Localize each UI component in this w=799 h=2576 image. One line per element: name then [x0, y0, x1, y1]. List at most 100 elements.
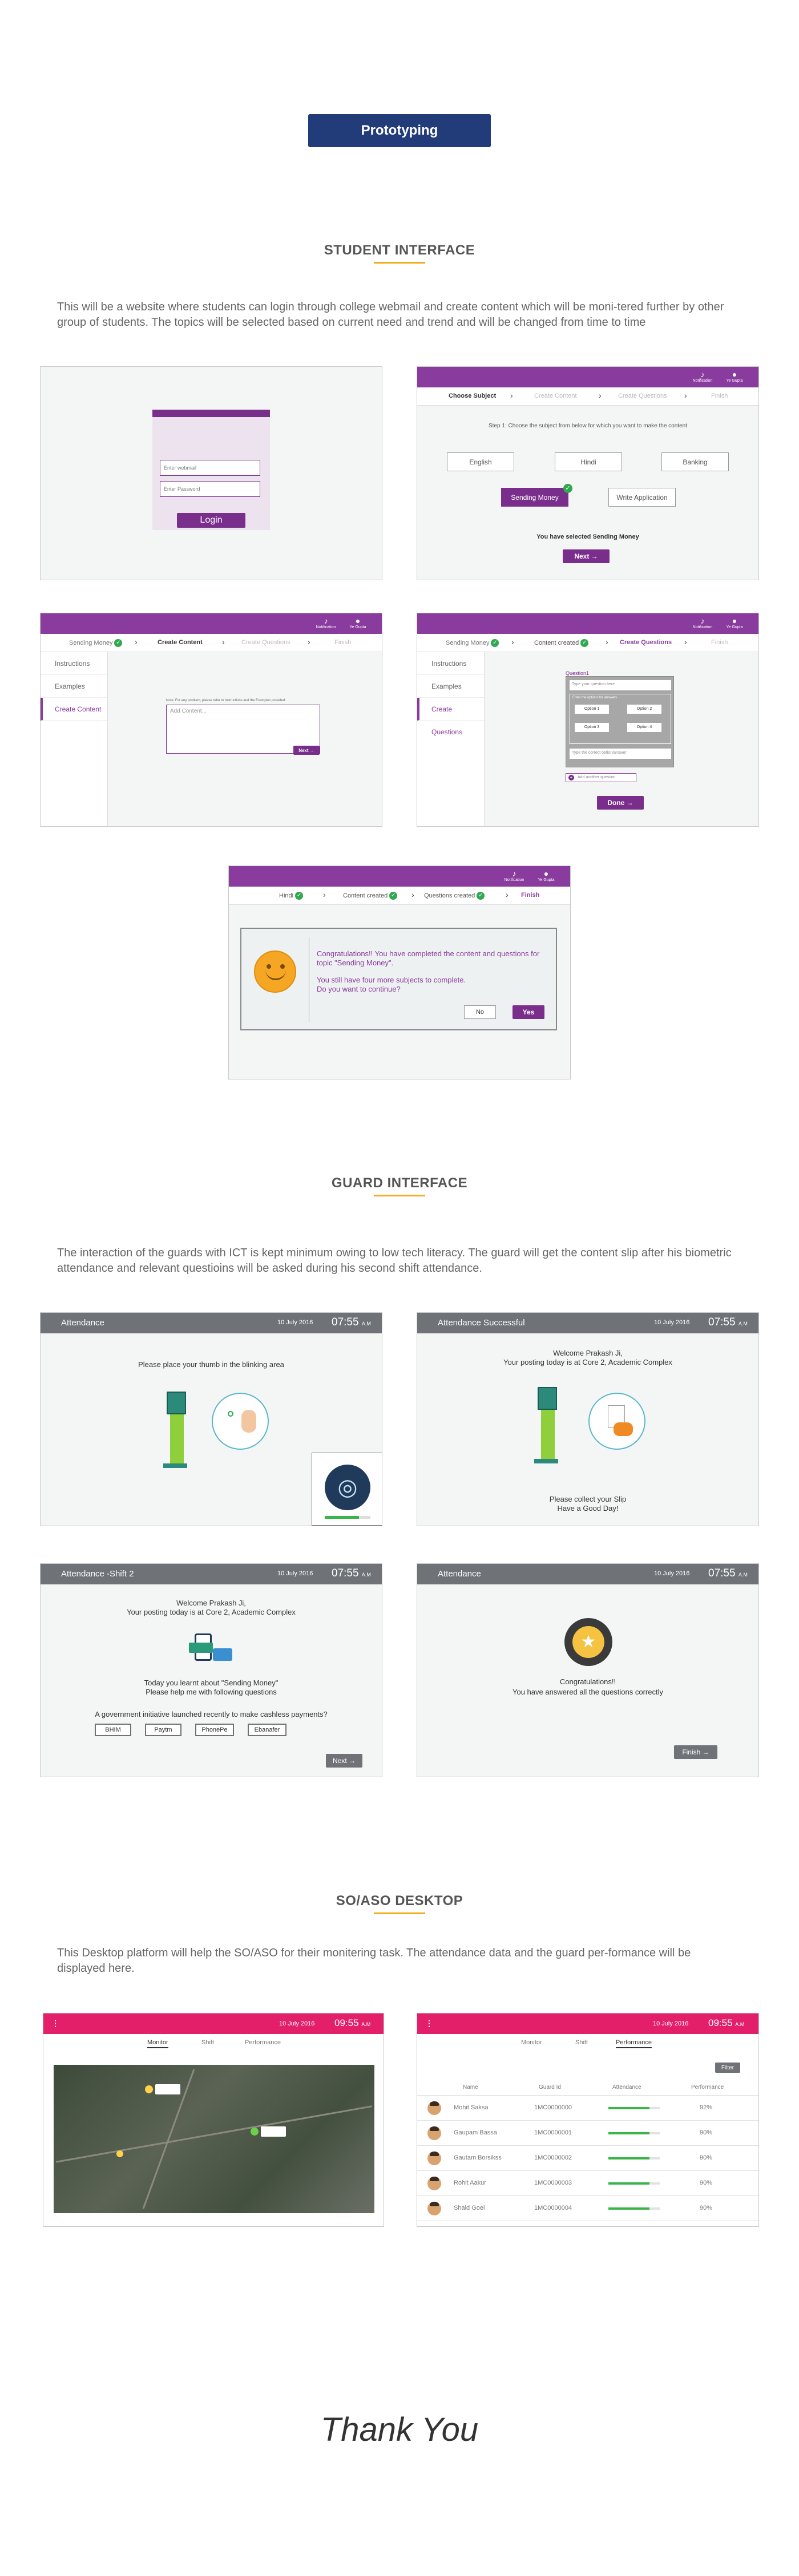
sidebar-item-create-content[interactable]: Create Content	[41, 698, 107, 721]
notification-icon[interactable]: ♪ Notification	[503, 869, 526, 882]
yes-button[interactable]: Yes	[513, 1005, 544, 1019]
option-ebanafer[interactable]: Ebanafer	[248, 1724, 286, 1736]
prototyping-button[interactable]: Prototyping	[308, 114, 491, 147]
tab-performance[interactable]: Performance	[245, 2039, 281, 2046]
finish-button[interactable]: Finish →	[674, 1745, 717, 1759]
option-1-input[interactable]: Option 1	[575, 705, 609, 714]
user-avatar[interactable]: ● Ye Gupta	[346, 616, 369, 629]
tab-shift[interactable]: Shift	[201, 2039, 214, 2046]
sidebar-item-examples[interactable]: Examples	[417, 675, 484, 698]
guard-attendance-success-screen: Attendance Successful 10 July 2016 07:55…	[417, 1312, 759, 1526]
section-underline	[374, 1195, 425, 1196]
instruction-text: Please place your thumb in the blinking …	[138, 1360, 284, 1369]
next-button[interactable]: Next →	[563, 549, 610, 563]
section-underline	[374, 1912, 425, 1914]
step-1: Choose Subject	[449, 393, 497, 399]
chevron-right-icon: ›	[411, 890, 414, 899]
option-bhim[interactable]: BHIM	[95, 1724, 131, 1736]
user-avatar[interactable]: ● Ye Gupta	[723, 370, 746, 383]
header-bar: Attendance Successful 10 July 2016 07:55…	[417, 1313, 758, 1333]
avatar	[427, 2177, 441, 2190]
create-questions-screen: ♪ Notification ● Ye Gupta Sending Money ✓ ›…	[417, 613, 759, 827]
option-phonepe[interactable]: PhonePe	[195, 1724, 234, 1736]
step-2: Content created ✓	[534, 639, 589, 647]
check-icon: ✓	[295, 892, 304, 900]
map-pin-icon[interactable]	[116, 2150, 123, 2157]
options-box: Enter the options for answers Option 1 O…	[570, 694, 671, 744]
tab-monitor[interactable]: Monitor	[147, 2039, 168, 2048]
add-question-button[interactable]: + Add another question	[566, 773, 636, 782]
attendance-fill	[608, 2157, 649, 2160]
attendance-fill	[608, 2132, 649, 2134]
screen-title: Attendance Successful	[438, 1318, 525, 1328]
col-attendance: Attendance	[612, 2084, 641, 2090]
table-header: Name Guard Id Attendance Performance	[417, 2081, 758, 2096]
screen-title: Attendance -Shift 2	[61, 1569, 134, 1579]
thumb-area[interactable]	[212, 1393, 269, 1450]
guard-id: 1MC0000004	[534, 2205, 572, 2211]
subject-hindi[interactable]: Hindi	[555, 452, 622, 471]
table-row[interactable]: Rohit Aakur 1MC0000003 90%	[417, 2171, 758, 2196]
no-button[interactable]: No	[464, 1005, 496, 1019]
student-section-title: STUDENT INTERFACE	[324, 242, 475, 258]
col-guard-id: Guard Id	[539, 2084, 561, 2090]
user-avatar[interactable]: ● Ye Gupta	[535, 869, 558, 882]
note-text: Note: For any problem, please refer to I…	[166, 699, 285, 702]
answered-text: You have answered all the questions corr…	[512, 1688, 663, 1696]
webmail-input[interactable]	[160, 460, 260, 476]
subject-write-application[interactable]: Write Application	[608, 488, 676, 507]
notification-icon[interactable]: ♪ Notification	[691, 370, 714, 383]
tab-monitor[interactable]: Monitor	[521, 2039, 542, 2046]
option-3-input[interactable]: Option 3	[575, 723, 609, 732]
option-2-input[interactable]: Option 2	[627, 705, 661, 714]
subject-sending-money[interactable]: Sending Money	[501, 488, 568, 507]
sidebar-item-create-questions[interactable]: Create Questions	[417, 698, 484, 736]
map-pin-icon[interactable]	[145, 2085, 153, 2093]
sidebar: Instructions Examples Create Questions	[417, 652, 485, 826]
guard-complete-screen: Attendance 10 July 2016 07:55 A.M ★ Cong…	[417, 1563, 759, 1777]
step-2: Create Content	[158, 639, 203, 646]
tab-performance[interactable]: Performance	[616, 2039, 652, 2048]
menu-icon[interactable]: ⋮	[51, 2019, 59, 2028]
user-avatar[interactable]: ● Ye Gupta	[723, 616, 746, 629]
time: 07:55 A.M	[708, 1567, 748, 1579]
subject-banking[interactable]: Banking	[661, 452, 729, 471]
notification-icon[interactable]: ♪ Notification	[691, 616, 714, 629]
table-row[interactable]: Mohit Saksa 1MC0000000 92%	[417, 2096, 758, 2121]
posting-text: Your posting today is at Core 2, Academi…	[503, 1358, 672, 1366]
sidebar-item-instructions[interactable]: Instructions	[417, 652, 484, 675]
guard-name: Rohit Aakur	[454, 2179, 486, 2186]
sidebar-item-examples[interactable]: Examples	[41, 675, 107, 698]
step-3: Create Questions	[618, 393, 667, 399]
guard-name: Shald Goel	[454, 2205, 485, 2211]
notification-icon[interactable]: ♪ Notification	[314, 616, 337, 629]
password-input[interactable]	[160, 481, 260, 497]
header-bar: ⋮ 10 July 2016 09:55 A.M	[43, 2013, 384, 2034]
map-pin-icon[interactable]	[251, 2128, 259, 2136]
question-input[interactable]: Type your question here	[570, 680, 671, 690]
option-4-input[interactable]: Option 4	[627, 723, 661, 732]
table-row[interactable]: Gaupam Bassa 1MC0000001 90%	[417, 2121, 758, 2146]
option-paytm[interactable]: Paytm	[145, 1724, 181, 1736]
menu-icon[interactable]: ⋮	[425, 2019, 433, 2028]
question-panel: Type your question here Enter the option…	[566, 676, 674, 767]
header-bar: Attendance 10 July 2016 07:55 A.M	[41, 1313, 382, 1333]
next-button[interactable]: Next →	[293, 746, 320, 755]
student-description: This will be a website where students ca…	[57, 301, 724, 329]
choose-subject-screen: ♪ Notification ● Ye Gupta Choose Subject ›…	[417, 366, 759, 580]
avatar	[427, 2126, 441, 2140]
correct-answer-input[interactable]: Type the correct option/answer	[570, 749, 671, 759]
guard-shift2-screen: Attendance -Shift 2 10 July 2016 07:55 A…	[40, 1563, 382, 1777]
step-4: Finish	[711, 639, 728, 646]
satellite-map[interactable]	[54, 2065, 374, 2213]
table-row[interactable]: Shald Goel 1MC0000004 90%	[417, 2196, 758, 2221]
done-button[interactable]: Done →	[597, 796, 644, 810]
filter-button[interactable]: Filter	[715, 2063, 740, 2073]
next-button[interactable]: Next →	[326, 1754, 362, 1768]
tab-shift[interactable]: Shift	[575, 2039, 588, 2046]
fingerprint-panel: ◎	[312, 1453, 382, 1526]
sidebar-item-instructions[interactable]: Instructions	[41, 652, 107, 675]
subject-english[interactable]: English	[447, 452, 514, 471]
login-button[interactable]: Login	[177, 513, 245, 528]
table-row[interactable]: Gautam Borsikss 1MC0000002 90%	[417, 2146, 758, 2171]
